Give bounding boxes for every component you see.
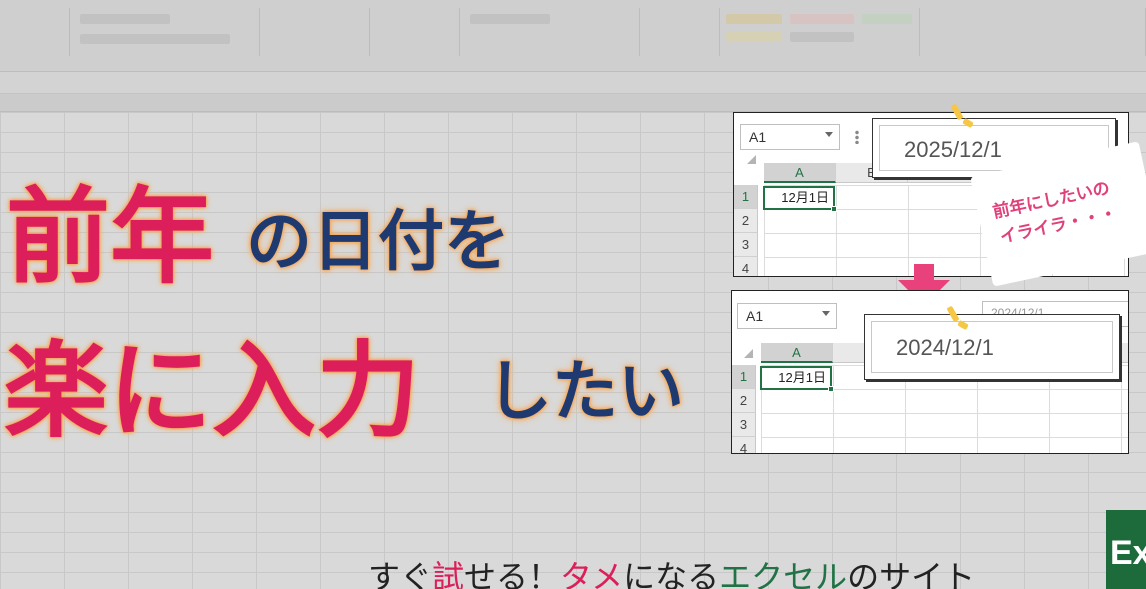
ribbon-group bbox=[0, 8, 70, 56]
headline-rest-2: したい bbox=[486, 353, 684, 430]
row-header-4[interactable]: 4 bbox=[734, 257, 758, 276]
active-cell-a1[interactable]: 12月1日 bbox=[760, 366, 834, 392]
chevron-down-icon bbox=[825, 132, 833, 137]
headline-emphasis-2: 楽に入力 bbox=[4, 330, 421, 452]
fill-handle[interactable] bbox=[831, 206, 837, 212]
column-header-a-label: A bbox=[792, 345, 801, 360]
ribbon-style-chip bbox=[862, 14, 912, 24]
row-header-1[interactable]: 1 bbox=[732, 365, 756, 389]
formula-bar-grip-icon bbox=[855, 130, 859, 144]
select-all-corner[interactable] bbox=[744, 349, 753, 358]
name-box-value: A1 bbox=[749, 129, 767, 145]
active-cell-a1[interactable]: 12月1日 bbox=[763, 186, 837, 212]
ribbon-style-chip bbox=[790, 32, 854, 42]
tagline-part: のサイト bbox=[847, 558, 976, 589]
name-box[interactable]: A1 bbox=[740, 124, 840, 150]
ribbon-style-chip bbox=[726, 14, 782, 24]
tagline-part: になる bbox=[623, 558, 720, 589]
formula-value-after: 2024/12/1 bbox=[871, 321, 1113, 373]
ribbon-format-row bbox=[80, 34, 230, 44]
site-tagline: すぐ試せる！タメになるエクセルのサイト bbox=[368, 552, 975, 589]
ribbon-group bbox=[260, 8, 370, 56]
ribbon-style-chip bbox=[790, 14, 854, 24]
row-header-3[interactable]: 3 bbox=[734, 233, 758, 257]
background-formula-bar bbox=[0, 72, 1146, 94]
tagline-part-accent: タメ bbox=[560, 558, 624, 589]
tagline-part: すぐ bbox=[368, 558, 433, 589]
row-header-1[interactable]: 1 bbox=[734, 185, 758, 209]
ribbon-group bbox=[640, 8, 720, 56]
column-header-a[interactable]: A bbox=[764, 163, 836, 183]
site-logo[interactable]: Ex bbox=[1106, 510, 1146, 589]
tagline-part-accent: 試 bbox=[432, 558, 465, 589]
tagline-part-accent: エクセル bbox=[719, 558, 848, 589]
fill-handle[interactable] bbox=[828, 386, 834, 392]
ribbon-number-box bbox=[470, 14, 550, 24]
headline-rest-1: の日付を bbox=[246, 203, 510, 280]
background-ribbon bbox=[0, 0, 1146, 72]
cell-a1-value: 12月1日 bbox=[778, 370, 826, 385]
cell-a1-value: 12月1日 bbox=[781, 190, 829, 205]
chevron-down-icon bbox=[822, 311, 830, 316]
name-box[interactable]: A1 bbox=[737, 303, 837, 329]
formula-zoom-after: 2024/12/1 bbox=[864, 314, 1120, 380]
column-header-a-label: A bbox=[795, 165, 804, 180]
ribbon-font-box bbox=[80, 14, 170, 24]
row-header-4[interactable]: 4 bbox=[732, 437, 756, 453]
row-header-2[interactable]: 2 bbox=[732, 389, 756, 413]
name-box-value: A1 bbox=[746, 308, 764, 324]
select-all-corner[interactable] bbox=[747, 155, 756, 164]
headline-emphasis-1: 前年 bbox=[6, 176, 215, 298]
tagline-part: せる！ bbox=[464, 558, 561, 589]
logo-text: Ex bbox=[1110, 534, 1146, 572]
ribbon-style-chip bbox=[726, 32, 782, 42]
row-header-2[interactable]: 2 bbox=[734, 209, 758, 233]
row-header-3[interactable]: 3 bbox=[732, 413, 756, 437]
background-column-header bbox=[0, 94, 1146, 112]
column-header-a[interactable]: A bbox=[761, 343, 833, 363]
ribbon-group bbox=[920, 8, 1146, 56]
ribbon-group bbox=[370, 8, 460, 56]
